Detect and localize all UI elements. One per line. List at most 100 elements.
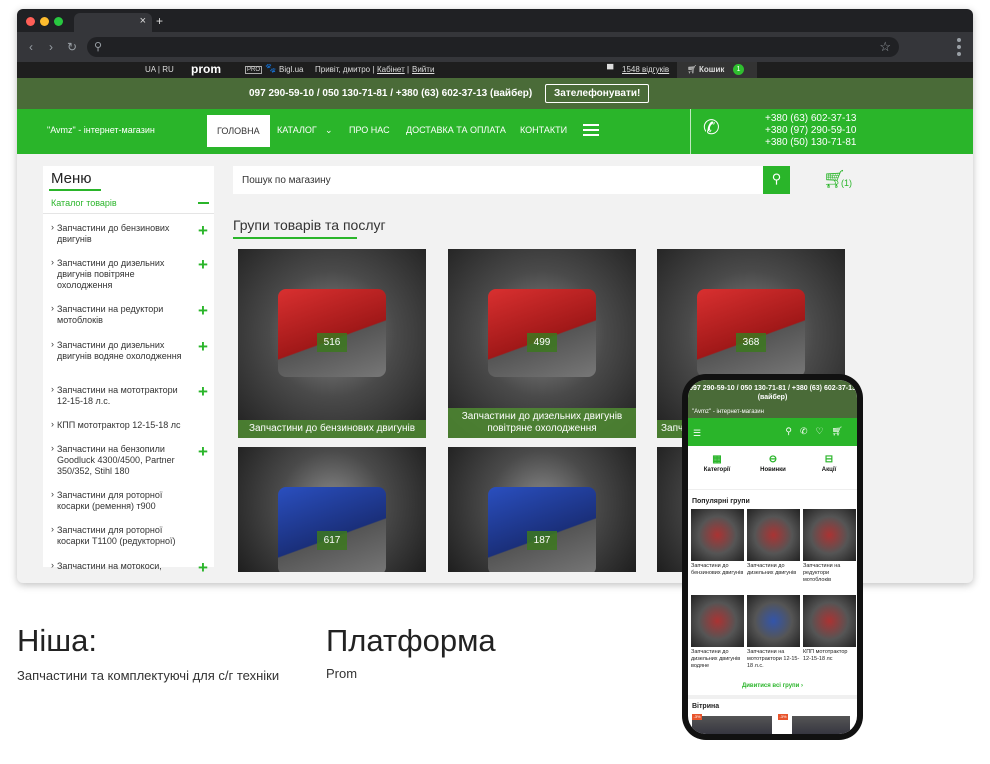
group-image	[691, 509, 744, 561]
mobile-groups-grid: Запчастини до бензинових двигунів Запчас…	[688, 509, 857, 679]
menu-burger-icon[interactable]	[583, 124, 599, 139]
quick-label: Категорії	[703, 467, 731, 473]
reload-icon[interactable]: ↻	[67, 40, 77, 54]
mobile-group-card[interactable]: Запчастини на редуктори мотоблоків	[803, 509, 856, 584]
nav-delivery[interactable]: ДОСТАВКА ТА ОПЛАТА	[406, 125, 506, 135]
language-switch[interactable]: UA | RU	[145, 65, 174, 74]
nav-home[interactable]: ГОЛОВНА	[207, 115, 270, 147]
sidebar-item-gearbox[interactable]: КПП мототрактор 12-15-18 лс	[51, 419, 185, 431]
mobile-group-card[interactable]: Запчастини до дизельних двигунів водяне	[691, 595, 744, 670]
showcase-product[interactable]	[792, 716, 850, 734]
nav-catalog[interactable]: КАТАЛОГ	[277, 125, 317, 135]
top-cart-button[interactable]: 🛒︎ Кошик 1	[677, 62, 757, 78]
mobile-quick-links: ▦ Категорії ⊖ Новинки ⊟ Акції	[688, 446, 857, 490]
group-card[interactable]: 516 Запчастини до бензинових двигунів	[238, 249, 426, 438]
mobile-store-name[interactable]: "Avmz" - інтернет-магазин	[692, 409, 764, 415]
quick-categories[interactable]: ▦ Категорії	[692, 454, 742, 473]
quick-sales[interactable]: ⊟ Акції	[804, 454, 854, 473]
expand-plus-icon[interactable]: +	[198, 256, 208, 273]
group-card[interactable]: 499 Запчастини до дизельних двигунів пов…	[448, 249, 636, 438]
expand-plus-icon[interactable]: +	[198, 338, 208, 355]
nav-contacts[interactable]: КОНТАКТИ	[520, 125, 567, 135]
quick-new[interactable]: ⊖ Новинки	[748, 454, 798, 473]
expand-plus-icon[interactable]: +	[198, 383, 208, 400]
link-separator: |	[407, 65, 410, 74]
group-count: 617	[317, 531, 347, 550]
see-all-groups-link[interactable]: Дивитися всі групи ›	[688, 679, 857, 695]
mobile-screen: 097 290-59-10 / 050 130-71-81 / +380 (63…	[688, 380, 857, 734]
mobile-group-card[interactable]: КПП мототрактор 12-15-18 лс	[803, 595, 856, 663]
browser-menu-icon[interactable]	[957, 38, 961, 59]
main-navigation: "Avmz" - інтернет-магазин ГОЛОВНА КАТАЛО…	[17, 109, 973, 154]
url-input[interactable]: ⚲ ☆	[87, 37, 899, 57]
quick-label: Новинки	[760, 467, 786, 473]
group-card[interactable]: 187	[448, 447, 636, 572]
niche-heading: Ніша:	[17, 623, 97, 658]
store-name[interactable]: "Avmz" - інтернет-магазин	[47, 125, 155, 135]
group-image	[691, 595, 744, 647]
header-phone-1[interactable]: +380 (63) 602-37-13	[765, 113, 856, 125]
group-card[interactable]: 617	[238, 447, 426, 572]
phone-bar: 097 290-59-10 / 050 130-71-81 / +380 (63…	[17, 78, 973, 109]
sidebar-item-diesel-water[interactable]: Запчастини до дизельних двигунів водяне …	[51, 339, 185, 362]
new-icon: ⊖	[768, 454, 778, 465]
niche-text: Запчастини та комплектуючі для с/г техні…	[17, 668, 280, 683]
header-phone-3[interactable]: +380 (50) 130-71-81	[765, 137, 856, 149]
catalog-link[interactable]: Каталог товарів	[51, 198, 117, 208]
sidebar-item-trimmers[interactable]: Запчастини на мотокоси,	[51, 560, 185, 572]
group-caption: Запчастини на редуктори мотоблоків	[803, 563, 841, 583]
menu-burger-icon[interactable]: ☰	[693, 428, 701, 439]
expand-plus-icon[interactable]: +	[198, 559, 208, 576]
forward-icon[interactable]: ›	[49, 40, 53, 54]
groups-title: Групи товарів та послуг	[233, 217, 386, 233]
search-input[interactable]: Пошук по магазину	[233, 166, 763, 194]
mobile-group-card[interactable]: Запчастини до дизельних двигунів	[747, 509, 800, 577]
minimize-window-button[interactable]	[40, 17, 49, 26]
platform-text: Prom	[326, 666, 358, 681]
group-label: Запчастини до дизельних двигунів повітря…	[448, 408, 636, 438]
logout-link[interactable]: Вийти	[412, 65, 434, 74]
new-tab-icon[interactable]: +	[156, 14, 163, 28]
sidebar-item-reducers[interactable]: Запчастини на редуктори мотоблоків	[51, 303, 185, 326]
platform-heading: Платформа	[326, 623, 496, 658]
cabinet-link[interactable]: Кабінет	[377, 65, 405, 74]
sidebar-item-mower-reducer[interactable]: Запчастини для роторної косарки Т1100 (р…	[51, 524, 185, 547]
search-icon: ⚲	[94, 41, 103, 53]
call-button[interactable]: Зателефонувати!	[545, 84, 650, 103]
reviews-link[interactable]: 1548 відгуків	[622, 65, 669, 74]
mobile-group-card[interactable]: Запчастини на мототрактори 12-15-18 л.с.	[747, 595, 800, 670]
phone-numbers: 097 290-59-10 / 050 130-71-81 / +380 (63…	[249, 88, 533, 99]
quick-label: Акції	[821, 467, 837, 473]
back-icon[interactable]: ‹	[29, 40, 33, 54]
maximize-window-button[interactable]	[54, 17, 63, 26]
collapse-icon[interactable]	[198, 202, 209, 204]
group-count: 516	[317, 333, 347, 352]
sidebar-item-chainsaws[interactable]: Запчастини на бензопили Goodluck 4300/45…	[51, 443, 185, 477]
expand-plus-icon[interactable]: +	[198, 443, 208, 460]
close-window-button[interactable]	[26, 17, 35, 26]
mobile-nav-icons[interactable]: ⚲✆♡🛒︎	[785, 426, 851, 437]
header-phone-2[interactable]: +380 (97) 290-59-10	[765, 125, 856, 137]
mobile-group-card[interactable]: Запчастини до бензинових двигунів	[691, 509, 744, 577]
expand-plus-icon[interactable]: +	[198, 222, 208, 239]
engine-image	[488, 487, 596, 572]
bigl-link[interactable]: Bigl.ua	[279, 65, 303, 74]
sidebar-item-mototractors[interactable]: Запчастини на мототрактори 12-15-18 л.с.	[51, 384, 185, 407]
sidebar-item-petrol-engines[interactable]: Запчастини до бензинових двигунів	[51, 222, 185, 245]
title-underline	[233, 237, 357, 239]
nav-about[interactable]: ПРО НАС	[349, 125, 390, 135]
search-button[interactable]: ⚲	[763, 166, 790, 194]
group-image	[803, 509, 856, 561]
group-image	[747, 509, 800, 561]
sidebar-item-mower-belt[interactable]: Запчастини для роторної косарки (ремення…	[51, 489, 185, 512]
chevron-down-icon[interactable]: ⌄	[325, 125, 333, 136]
showcase-product[interactable]	[692, 716, 772, 734]
close-tab-icon[interactable]: ×	[140, 15, 146, 27]
prom-logo[interactable]: prom	[191, 62, 221, 76]
mobile-popular-title: Популярні групи	[692, 498, 750, 505]
bookmark-star-icon[interactable]: ☆	[879, 39, 891, 55]
phone-icon: ✆	[703, 117, 720, 139]
browser-tab[interactable]: ×	[74, 13, 152, 32]
expand-plus-icon[interactable]: +	[198, 302, 208, 319]
sidebar-item-diesel-air[interactable]: Запчастини до дизельних двигунів повітря…	[51, 257, 185, 291]
